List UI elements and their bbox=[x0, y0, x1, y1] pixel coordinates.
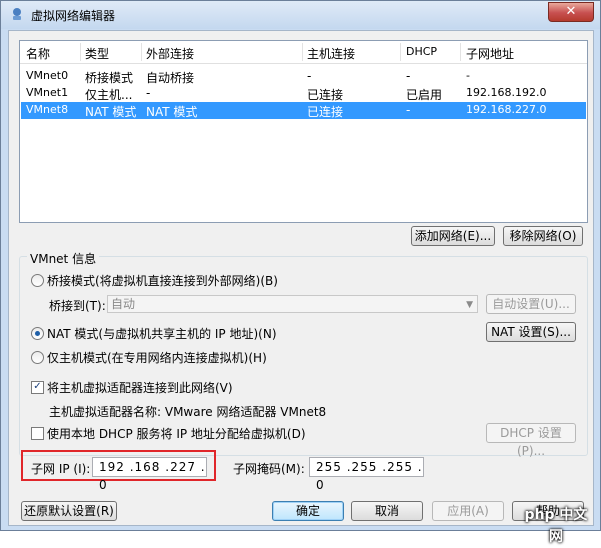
cell-name: VMnet8 bbox=[26, 103, 69, 116]
column-header-dhcp[interactable]: DHCP bbox=[406, 45, 437, 58]
apply-button[interactable]: 应用(A) bbox=[432, 501, 504, 521]
bridged-mode-label[interactable]: 桥接模式(将虚拟机直接连接到外部网络)(B) bbox=[47, 272, 278, 289]
cell-dhcp: 已启用 bbox=[406, 88, 443, 102]
title-bar[interactable]: 虚拟网络编辑器 ✕ bbox=[1, 1, 600, 29]
subnet-ip-label: 子网 IP (I): bbox=[31, 462, 91, 476]
use-dhcp-checkbox[interactable] bbox=[31, 427, 44, 440]
table-row[interactable]: VMnet0 桥接模式 自动桥接 - - - bbox=[21, 68, 586, 85]
column-header-external[interactable]: 外部连接 bbox=[146, 45, 194, 62]
host-only-mode-radio[interactable] bbox=[31, 351, 44, 364]
cancel-button[interactable]: 取消 bbox=[351, 501, 423, 521]
cell-host: - bbox=[307, 69, 312, 83]
network-table: 名称 类型 外部连接 主机连接 DHCP 子网地址 VMnet0 桥接模式 自动… bbox=[19, 40, 588, 223]
network-app-icon bbox=[13, 8, 21, 20]
dropdown-arrow-icon: ▼ bbox=[466, 300, 473, 310]
column-separator[interactable] bbox=[141, 43, 142, 61]
adapter-name-text: 主机虚拟适配器名称: VMware 网络适配器 VMnet8 bbox=[49, 405, 327, 419]
use-dhcp-label[interactable]: 使用本地 DHCP 服务将 IP 地址分配给虚拟机(D) bbox=[47, 425, 306, 442]
column-separator[interactable] bbox=[400, 43, 401, 61]
table-header: 名称 类型 外部连接 主机连接 DHCP 子网地址 bbox=[20, 41, 587, 64]
cell-host: 已连接 bbox=[307, 88, 344, 102]
column-separator[interactable] bbox=[80, 43, 81, 61]
column-separator[interactable] bbox=[460, 43, 461, 61]
column-header-host[interactable]: 主机连接 bbox=[307, 45, 355, 62]
nat-mode-label[interactable]: NAT 模式(与虚拟机共享主机的 IP 地址)(N) bbox=[47, 325, 277, 342]
bridged-to-value: 自动 bbox=[111, 297, 136, 311]
column-header-subnet[interactable]: 子网地址 bbox=[466, 45, 514, 62]
cell-type: 桥接模式 bbox=[85, 71, 134, 85]
restore-defaults-button[interactable]: 还原默认设置(R) bbox=[21, 501, 117, 521]
table-row-selected[interactable]: VMnet8 NAT 模式 NAT 模式 已连接 - 192.168.227.0 bbox=[21, 102, 586, 119]
column-header-name[interactable]: 名称 bbox=[26, 45, 50, 62]
auto-settings-button[interactable]: 自动设置(U)... bbox=[486, 294, 576, 314]
remove-network-button[interactable]: 移除网络(O) bbox=[503, 226, 583, 246]
cell-subnet: 192.168.227.0 bbox=[466, 103, 547, 116]
column-separator[interactable] bbox=[302, 43, 303, 61]
cell-external: NAT 模式 bbox=[146, 105, 198, 119]
cell-type: NAT 模式 bbox=[85, 105, 137, 119]
table-row[interactable]: VMnet1 仅主机... - 已连接 已启用 192.168.192.0 bbox=[21, 85, 586, 102]
cell-dhcp: - bbox=[406, 103, 411, 117]
dhcp-settings-button[interactable]: DHCP 设置(P)... bbox=[486, 423, 576, 458]
close-button[interactable]: ✕ bbox=[548, 2, 594, 22]
dialog-client-area: 名称 类型 外部连接 主机连接 DHCP 子网地址 VMnet0 桥接模式 自动… bbox=[8, 30, 594, 526]
virtual-network-editor-window: 虚拟网络编辑器 ✕ 名称 类型 外部连接 主机连接 DHCP 子网地址 VMne… bbox=[0, 0, 601, 545]
vmnet-info-label: VMnet 信息 bbox=[27, 250, 100, 267]
cell-host: 已连接 bbox=[307, 105, 344, 119]
column-header-type[interactable]: 类型 bbox=[85, 45, 109, 62]
subnet-mask-field[interactable]: 255 .255 .255 . 0 bbox=[309, 457, 424, 492]
window-title: 虚拟网络编辑器 bbox=[31, 9, 116, 23]
cell-external: - bbox=[146, 86, 151, 100]
bridged-to-label: 桥接到(T): bbox=[49, 299, 106, 313]
bridged-to-combo[interactable]: 自动 ▼ bbox=[107, 295, 478, 313]
cell-name: VMnet0 bbox=[26, 69, 69, 82]
cell-external: 自动桥接 bbox=[146, 71, 195, 85]
add-network-button[interactable]: 添加网络(E)... bbox=[411, 226, 495, 246]
nat-settings-button[interactable]: NAT 设置(S)... bbox=[486, 322, 576, 342]
connect-adapter-checkbox[interactable]: ✓ bbox=[31, 381, 44, 394]
watermark-logo: php 中文网 bbox=[524, 507, 588, 545]
host-only-mode-label[interactable]: 仅主机模式(在专用网络内连接虚拟机)(H) bbox=[47, 349, 267, 366]
cell-dhcp: - bbox=[406, 69, 411, 83]
connect-adapter-label[interactable]: 将主机虚拟适配器连接到此网络(V) bbox=[47, 379, 233, 396]
cell-subnet: 192.168.192.0 bbox=[466, 86, 547, 99]
cell-type: 仅主机... bbox=[85, 88, 133, 102]
bridged-mode-radio[interactable] bbox=[31, 274, 44, 287]
cell-subnet: - bbox=[466, 69, 470, 82]
ok-button[interactable]: 确定 bbox=[272, 501, 344, 521]
cell-name: VMnet1 bbox=[26, 86, 69, 99]
nat-mode-radio[interactable] bbox=[31, 327, 44, 340]
subnet-ip-field[interactable]: 192 .168 .227 . 0 bbox=[92, 457, 207, 492]
subnet-mask-label: 子网掩码(M): bbox=[233, 462, 305, 476]
